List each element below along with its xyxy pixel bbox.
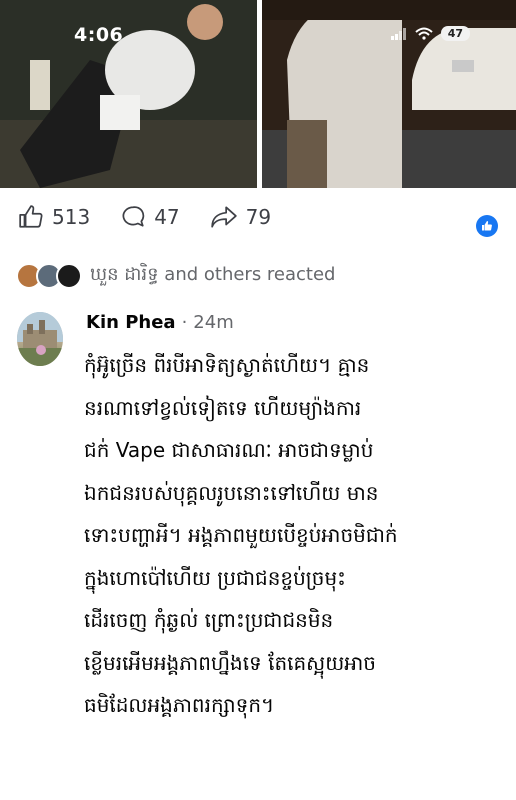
like-reaction-badge <box>476 215 498 237</box>
post-actions: 513 47 79 <box>18 204 301 230</box>
comment-line: ទោះបញ្ហាអី។ អង្គភាពមួយបើខ្ចប់អាចមិជាក់ <box>84 523 398 547</box>
share-count: 79 <box>245 205 272 229</box>
signal-icon <box>390 27 406 40</box>
reactor-avatar <box>56 262 82 289</box>
status-time: 4:06 <box>74 24 124 46</box>
comment-bubble-icon <box>122 206 145 227</box>
like-button[interactable]: 513 <box>18 204 90 230</box>
reactions-summary[interactable]: ឃួន ដារិទ្ធ and others reacted <box>16 262 336 289</box>
wifi-icon <box>415 27 433 40</box>
avatar-image <box>17 312 63 366</box>
post-photos[interactable]: 4:06 47 <box>0 0 516 188</box>
comment-header: Kin Phea · 24m <box>86 312 234 333</box>
share-button[interactable]: 79 <box>210 204 271 230</box>
comment-text: កុំអ៊ូច្រើន ពីរបីអាទិត្យស្ងាត់ហើយ។ គ្មាន… <box>84 344 504 727</box>
battery-indicator: 47 <box>440 26 470 41</box>
separator-dot: · <box>181 312 188 333</box>
reactions-text: ឃួន ដារិទ្ធ and others reacted <box>90 264 336 285</box>
comment-count: 47 <box>154 205 180 229</box>
comment-line: ក្នុងហោប៉ៅហើយ ប្រជាជនខ្ចប់ច្រមុះ <box>84 565 346 590</box>
post-photo-right[interactable] <box>262 0 516 188</box>
post-photo-left[interactable] <box>0 0 257 188</box>
thumbs-up-icon <box>19 205 43 228</box>
photo-right-content <box>262 0 516 188</box>
comment-line: ឯកជនរបស់បុគ្គលរូបនោះទៅហើយ មាន <box>84 480 379 505</box>
comment-line: ធមិដែលអង្គភាពរក្សាទុក។ <box>84 693 275 717</box>
status-icons: 47 <box>390 26 470 41</box>
commenter-avatar[interactable] <box>17 312 63 366</box>
comment-author[interactable]: Kin Phea <box>86 312 176 333</box>
share-arrow-icon <box>210 206 237 228</box>
comment-line: ដើរចេញ កុំឆ្ងល់ ព្រោះប្រជាជនមិន <box>84 608 334 632</box>
comment-line: ជក់ Vape ជាសាធារណៈ អាចជាទម្លាប់ <box>84 438 374 462</box>
like-badge-icon <box>482 221 492 231</box>
comment-line: កុំអ៊ូច្រើន ពីរបីអាទិត្យស្ងាត់ហើយ។ គ្មាន <box>84 353 370 377</box>
comment-time: 24m <box>193 312 234 333</box>
like-count: 513 <box>52 205 91 229</box>
comment-button[interactable]: 47 <box>120 204 180 230</box>
comment-line: ខ្លើមរអើមអង្គភាពហ្នឹងទេ តែគេស្អុយអាច <box>84 650 377 675</box>
photo-left-content <box>0 0 257 188</box>
comment-line: នរណាទៅខ្វល់ទៀតទេ ហើយម្យ៉ាងការ <box>84 395 362 420</box>
